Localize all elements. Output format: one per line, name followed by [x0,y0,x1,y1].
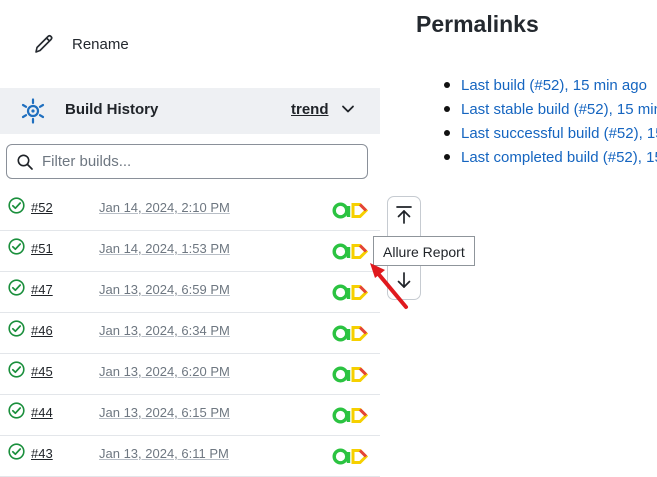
trend-link[interactable]: trend [291,101,329,118]
success-check-icon [8,279,25,296]
permalink-last-completed-build[interactable]: Last completed build (#52), 15 min ago [461,149,657,166]
build-date-link[interactable]: Jan 13, 2024, 6:11 PM [99,446,229,461]
permalink-last-successful-build[interactable]: Last successful build (#52), 15 min ago [461,125,657,142]
success-check-icon [8,320,25,337]
build-number-link[interactable]: #52 [31,200,53,215]
success-check-icon [8,197,25,214]
build-row: #45 Jan 13, 2024, 6:20 PM [0,354,380,395]
build-number-link[interactable]: #51 [31,241,53,256]
success-check-icon [8,443,25,460]
success-check-icon [8,402,25,419]
build-row: #44 Jan 13, 2024, 6:15 PM [0,395,380,436]
build-number-link[interactable]: #44 [31,405,53,420]
allure-report-icon[interactable] [332,366,368,383]
success-check-icon [8,238,25,255]
bullet-icon [444,130,450,136]
pencil-icon [35,34,53,53]
rename-label: Rename [72,35,129,53]
annotation-arrow-icon [370,263,408,309]
chevron-down-icon[interactable] [340,101,356,117]
partial-menu-icon [34,0,54,4]
build-row: #46 Jan 13, 2024, 6:34 PM [0,313,380,354]
build-row: #51 Jan 14, 2024, 1:53 PM [0,231,380,272]
permalink-item: Last successful build (#52), 15 min ago [444,124,657,148]
build-row: #43 Jan 13, 2024, 6:11 PM [0,436,380,477]
permalink-last-build[interactable]: Last build (#52), 15 min ago [461,77,647,94]
build-history-title: Build History [65,101,159,118]
permalinks-title: Permalinks [416,11,539,37]
allure-report-icon[interactable] [332,448,368,465]
build-date-link[interactable]: Jan 13, 2024, 6:15 PM [99,405,230,420]
rename-link[interactable]: Rename [32,30,129,58]
permalink-item: Last completed build (#52), 15 min ago [444,148,657,172]
bullet-icon [444,106,450,112]
bullet-icon [444,82,450,88]
build-date-link[interactable]: Jan 13, 2024, 6:20 PM [99,364,230,379]
build-date-link[interactable]: Jan 14, 2024, 2:10 PM [99,200,230,215]
build-number-link[interactable]: #47 [31,282,53,297]
filter-builds-input[interactable] [40,152,344,171]
build-history-icon [21,98,45,124]
build-row: #52 Jan 14, 2024, 2:10 PM [0,190,380,231]
build-number-link[interactable]: #46 [31,323,53,338]
build-row: #47 Jan 13, 2024, 6:59 PM [0,272,380,313]
permalink-item: Last stable build (#52), 15 min ago [444,100,657,124]
arrow-up-to-top-icon[interactable] [393,204,415,226]
permalinks-list: Last build (#52), 15 min ago Last stable… [444,76,657,172]
allure-report-icon[interactable] [332,407,368,424]
filter-builds-box [6,144,368,179]
build-list: #52 Jan 14, 2024, 2:10 PM #51 Jan 14, 20… [0,190,380,477]
bullet-icon [444,154,450,160]
permalink-item: Last build (#52), 15 min ago [444,76,657,100]
build-number-link[interactable]: #45 [31,364,53,379]
permalink-last-stable-build[interactable]: Last stable build (#52), 15 min ago [461,101,657,118]
build-date-link[interactable]: Jan 13, 2024, 6:34 PM [99,323,230,338]
allure-report-icon[interactable] [332,202,368,219]
build-number-link[interactable]: #43 [31,446,53,461]
build-date-link[interactable]: Jan 14, 2024, 1:53 PM [99,241,230,256]
search-icon [17,154,33,170]
success-check-icon [8,361,25,378]
build-date-link[interactable]: Jan 13, 2024, 6:59 PM [99,282,230,297]
allure-report-icon[interactable] [332,325,368,342]
